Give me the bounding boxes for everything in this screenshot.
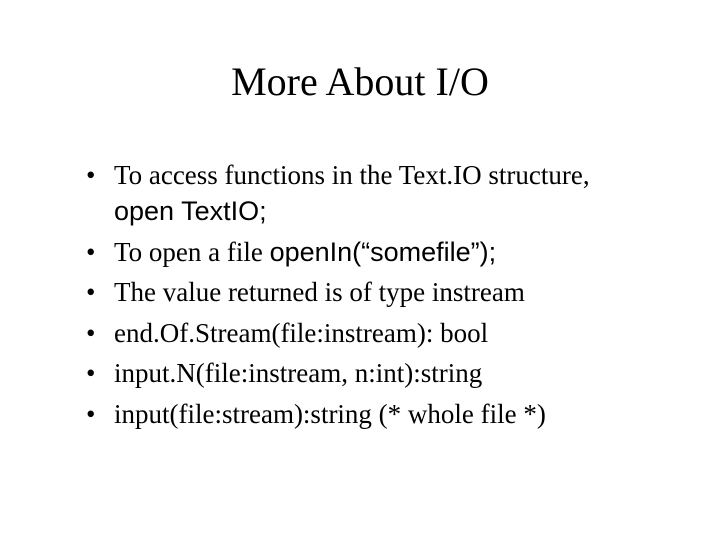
bullet-6-text: input(file:stream):string (* whole file … (114, 399, 546, 429)
bullet-item-3: The value returned is of type instream (86, 274, 660, 310)
bullet-list: To access functions in the Text.IO struc… (86, 157, 660, 432)
bullet-2-prefix: To open a file (114, 237, 270, 267)
bullet-4-text: end.Of.Stream(file:instream): bool (114, 318, 488, 348)
bullet-item-1: To access functions in the Text.IO struc… (86, 157, 660, 230)
bullet-1-line1: To access functions in the Text.IO struc… (114, 160, 590, 190)
bullet-item-4: end.Of.Stream(file:instream): bool (86, 315, 660, 351)
bullet-item-5: input.N(file:instream, n:int):string (86, 355, 660, 391)
bullet-5-text: input.N(file:instream, n:int):string (114, 358, 482, 388)
slide: More About I/O To access functions in th… (0, 0, 720, 540)
bullet-item-6: input(file:stream):string (* whole file … (86, 396, 660, 432)
bullet-item-2: To open a file openIn(“somefile”); (86, 234, 660, 270)
bullet-3-text: The value returned is of type instream (114, 277, 525, 307)
slide-title: More About I/O (60, 58, 660, 105)
bullet-1-line2: open TextIO; (114, 193, 660, 229)
bullet-2-code: openIn(“somefile”); (270, 237, 497, 267)
